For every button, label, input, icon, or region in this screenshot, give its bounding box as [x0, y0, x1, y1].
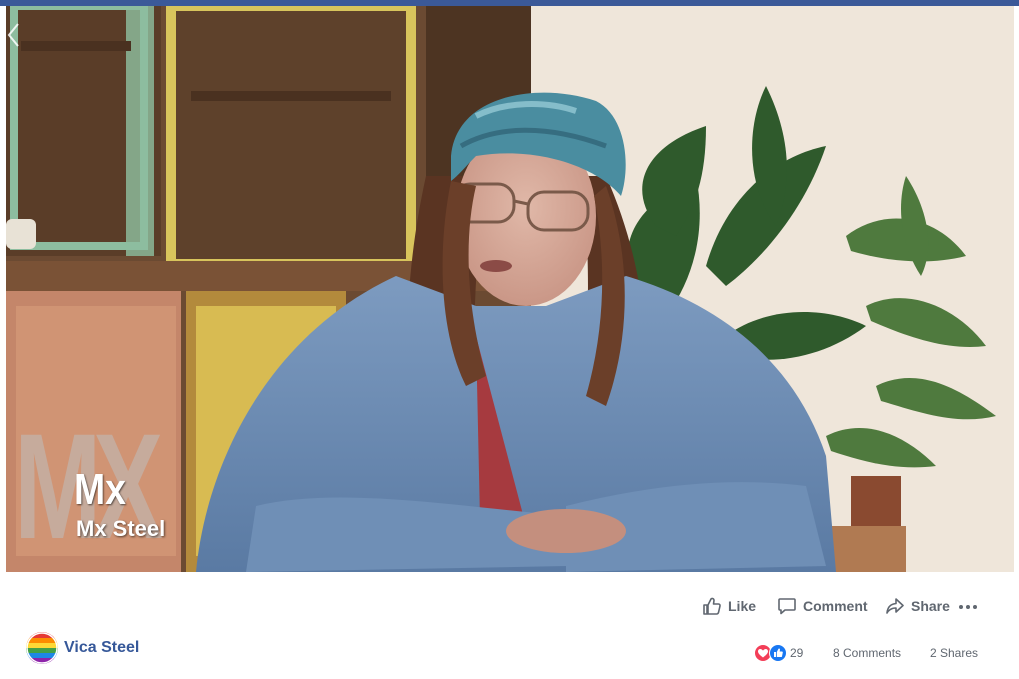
overlay-subtitle: Mx Steel — [76, 516, 166, 541]
like-reaction-icon — [769, 644, 787, 662]
shares-count-link[interactable]: 2 Shares — [930, 644, 978, 662]
avatar[interactable] — [26, 632, 58, 664]
share-arrow-icon — [886, 598, 904, 614]
share-label: Share — [911, 598, 950, 614]
chevron-left-icon — [7, 23, 19, 47]
reaction-icons — [754, 644, 788, 662]
video-lower-third-overlay: MX Mx Mx Steel — [14, 411, 224, 571]
video-player[interactable]: MX Mx Mx Steel — [6, 6, 1014, 572]
reactions-summary[interactable]: 29 — [754, 644, 803, 662]
overlay-title: Mx — [74, 465, 126, 514]
back-arrow-button[interactable] — [6, 20, 22, 50]
like-label: Like — [728, 598, 757, 614]
speech-bubble-icon — [778, 598, 796, 615]
more-options-button[interactable] — [958, 600, 978, 612]
more-dots-icon — [959, 605, 977, 609]
comment-label: Comment — [803, 598, 868, 614]
comment-button[interactable]: Comment — [777, 594, 868, 618]
thumbs-up-icon — [703, 597, 721, 615]
comments-count-link[interactable]: 8 Comments — [833, 644, 901, 662]
like-button[interactable]: Like — [702, 594, 756, 618]
author-name[interactable]: Vica Steel — [64, 639, 139, 657]
post-author[interactable]: Vica Steel — [26, 632, 139, 664]
rainbow-avatar-icon — [26, 632, 58, 664]
facebook-video-post: MX Mx Mx Steel Like Comment Share Vica S… — [0, 0, 1019, 679]
reaction-count: 29 — [790, 646, 804, 660]
share-button[interactable]: Share — [885, 594, 950, 618]
